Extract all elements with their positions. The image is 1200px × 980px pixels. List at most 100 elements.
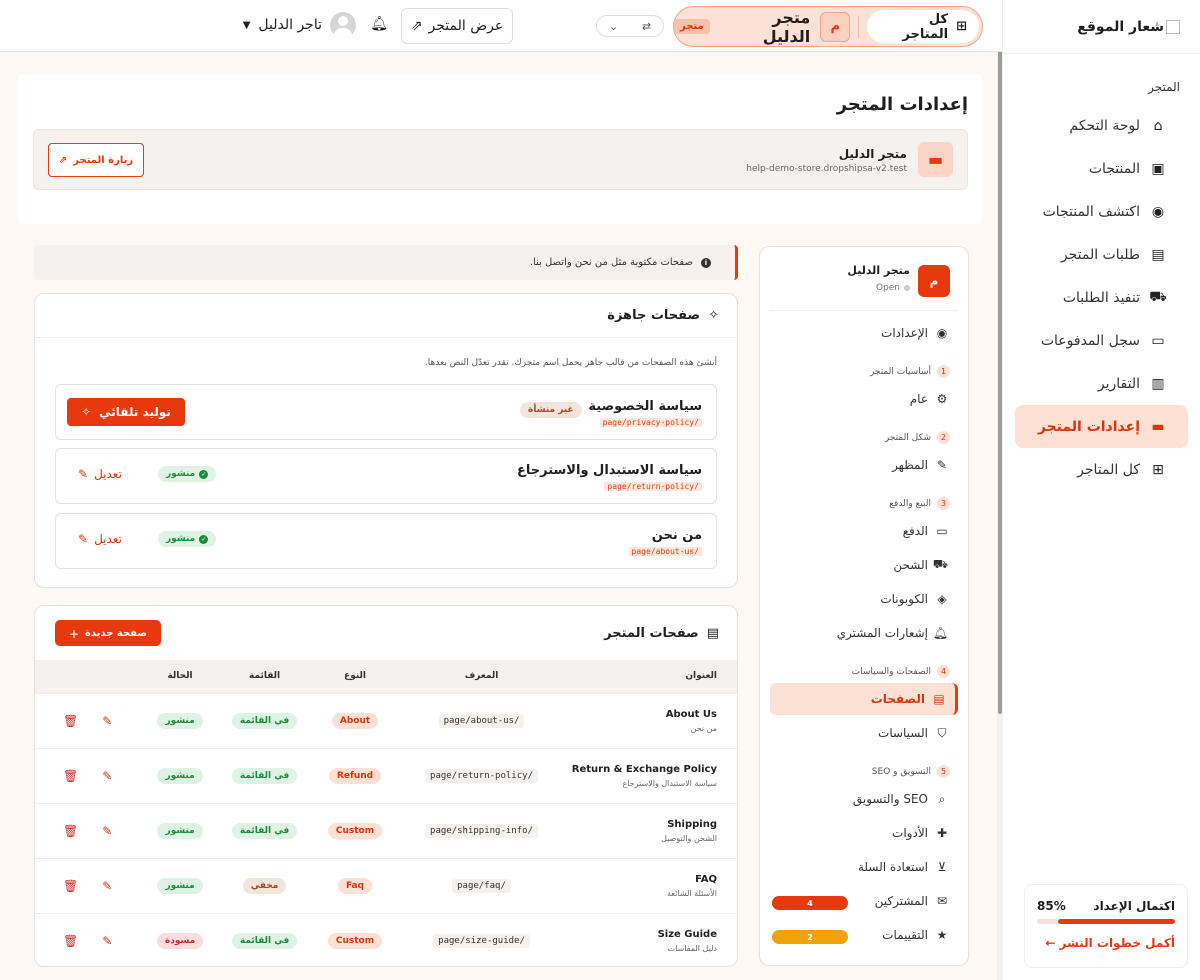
sidebar-item-store-settings[interactable]: ▬ إعدادات المتجر: [1015, 405, 1188, 448]
view-store-button[interactable]: عرض المتجر ⇗: [401, 8, 513, 44]
subnav-item-label: الصفحات: [870, 692, 925, 706]
group-label: الصفحات والسياسات: [851, 666, 931, 677]
type-badge: Faq: [337, 877, 373, 894]
template-row: من نحن /page/about-us ✓ منشور تعديل ✎: [55, 513, 717, 569]
table-row[interactable]: Shipping الشحن والتوصيل /page/shipping-in…: [35, 803, 737, 858]
trash-icon[interactable]: 🗑︎: [63, 714, 78, 728]
sidebar-item-dashboard[interactable]: ⌂ لوحة التحكم: [1015, 104, 1188, 147]
subnav-item-payment[interactable]: ▭ الدفع: [770, 515, 958, 547]
subnav-item-general[interactable]: ⚙ عام: [770, 383, 958, 415]
magic-wand-icon: ✧: [81, 405, 92, 419]
trash-icon[interactable]: 🗑︎: [63, 934, 78, 948]
page-slug: /page/faq: [452, 878, 511, 893]
subnav-item-tools[interactable]: ✚ الأدوات: [770, 817, 958, 849]
box-icon: ▣: [1151, 160, 1165, 177]
user-menu[interactable]: تاجر الدليل ▼: [243, 12, 356, 38]
magic-wand-icon: ✧: [708, 308, 719, 323]
sidebar-item-discover[interactable]: ◉ اكتشف المنتجات: [1015, 190, 1188, 233]
sidebar-item-payments[interactable]: ▭ سجل المدفوعات: [1015, 319, 1188, 362]
site-logo[interactable]: شعار الموقع: [1003, 0, 1200, 54]
visit-store-button[interactable]: زيارة المتجر ⇗: [48, 143, 144, 177]
edit-icon[interactable]: ✎: [102, 769, 112, 783]
sidebar-scrollbar[interactable]: [997, 0, 1003, 980]
broken-image-icon: [1166, 19, 1180, 34]
menu-badge: في القائمة: [231, 767, 298, 784]
subnav-item-settings[interactable]: ◉ الإعدادات: [770, 317, 958, 349]
group-number: 1: [937, 365, 950, 378]
subnav-group-sales: 3 البيع والدفع: [889, 497, 950, 510]
group-label: شكل المتجر: [884, 432, 931, 443]
page-title-en[interactable]: FAQ: [567, 874, 717, 885]
sidebar-item-all-stores[interactable]: ⊞ كل المتاجر: [1015, 448, 1188, 491]
puzzle-icon: ✚: [936, 826, 948, 840]
subnav-item-cart-recovery[interactable]: ⊻ استعادة السلة: [770, 851, 958, 883]
page-title-en[interactable]: Return & Exchange Policy: [567, 764, 717, 775]
sidebar-item-label: المنتجات: [1088, 160, 1140, 177]
shield-icon: ⛉: [937, 725, 947, 740]
subnav-store-header: م متجر الدليل Open: [770, 247, 958, 311]
template-name: سياسة الاستبدال والاسترجاع: [517, 463, 702, 478]
tag-icon: ◈: [937, 592, 947, 606]
subnav-item-appearance[interactable]: ✎ المظهر: [770, 449, 958, 481]
table-row[interactable]: FAQ الأسئلة الشائعة /page/faq Faq مخفي من…: [35, 858, 737, 913]
trash-icon[interactable]: 🗑︎: [63, 769, 78, 783]
subnav-item-seo[interactable]: ⌕ SEO والتسويق: [770, 783, 958, 815]
column-header-title: العنوان: [685, 671, 717, 682]
divider: [858, 15, 860, 38]
table-row[interactable]: About Us من نحن /page/about-us About في ا…: [35, 693, 737, 748]
bell-icon[interactable]: 🔔︎: [370, 16, 388, 32]
store-switcher[interactable]: ⊞ كل المتاجر م متجر الدليل متجر: [673, 6, 983, 47]
edit-icon[interactable]: ✎: [102, 879, 112, 893]
page-title-en[interactable]: Size Guide: [567, 929, 717, 940]
subnav-item-label: المظهر: [892, 458, 928, 472]
complete-steps-link[interactable]: أكمل خطوات النشر ←: [1037, 936, 1175, 950]
sidebar-item-fulfillment[interactable]: ⛟ تنفيذ الطلبات: [1015, 276, 1188, 319]
check-icon: ✓: [199, 534, 209, 544]
setup-progress-fill: [1057, 919, 1175, 924]
all-stores-button[interactable]: ⊞ كل المتاجر: [867, 10, 979, 43]
site-logo-text: شعار الموقع: [1077, 18, 1164, 35]
file-icon: ▤: [933, 692, 945, 706]
column-header-actions: [35, 660, 145, 693]
search-icon: ⌕: [938, 791, 946, 806]
column-header-status: الحالة: [167, 671, 193, 682]
scrollbar-thumb[interactable]: [998, 4, 1002, 714]
edit-button[interactable]: تعديل ✎: [78, 532, 122, 546]
column-header-menu: القائمة: [248, 671, 281, 682]
store-name: متجر الدليل: [847, 264, 910, 277]
subnav-item-policies[interactable]: ⛉ السياسات: [770, 717, 958, 749]
menu-badge: في القائمة: [231, 932, 298, 949]
store-icon: ▬: [1151, 418, 1165, 435]
status-badge: غير منشأة: [520, 402, 582, 418]
type-badge: Custom: [327, 932, 383, 949]
check-icon: ✓: [199, 469, 209, 479]
table-row[interactable]: Return & Exchange Policy سياسة الاستبدال …: [35, 748, 737, 803]
page-title-en[interactable]: About Us: [567, 709, 717, 720]
sidebar-item-label: طلبات المتجر: [1060, 246, 1140, 263]
sidebar-item-orders[interactable]: ▤ طلبات المتجر: [1015, 233, 1188, 276]
trash-icon[interactable]: 🗑︎: [63, 879, 78, 893]
sidebar-item-products[interactable]: ▣ المنتجات: [1015, 147, 1188, 190]
sidebar-item-reports[interactable]: ▥ التقارير: [1015, 362, 1188, 405]
subnav-group-look: 2 شكل المتجر: [885, 431, 950, 444]
table-row[interactable]: Size Guide دليل المقاسات /page/size-guide…: [35, 913, 737, 968]
switch-store-dropdown[interactable]: ⇄ ⌄: [596, 15, 664, 37]
auto-generate-button[interactable]: توليد تلقائي ✧: [67, 398, 185, 426]
new-page-button[interactable]: صفحة جديدة ＋: [55, 620, 161, 646]
subnav-item-pages[interactable]: ▤ الصفحات: [770, 683, 958, 715]
trash-icon[interactable]: 🗑︎: [63, 824, 78, 838]
page-title-en[interactable]: Shipping: [567, 819, 717, 830]
gear-icon: ⚙: [936, 392, 948, 406]
edit-icon[interactable]: ✎: [102, 714, 112, 728]
table-header-row: العنوان المعرف النوع القائمة الحالة: [35, 660, 737, 693]
subnav-item-coupons[interactable]: ◈ الكوبونات: [770, 583, 958, 615]
money-icon: ▭: [1151, 332, 1165, 349]
brush-icon: ✎: [936, 458, 948, 472]
edit-icon[interactable]: ✎: [102, 934, 112, 948]
group-number: 3: [937, 497, 950, 510]
edit-button[interactable]: تعديل ✎: [78, 467, 122, 481]
subnav-item-shipping[interactable]: ⛟ الشحن: [770, 549, 958, 581]
subnav-item-notifications[interactable]: 🔔︎ إشعارات المشتري: [770, 617, 958, 649]
edit-icon[interactable]: ✎: [102, 824, 112, 838]
template-name: من نحن: [651, 528, 702, 543]
